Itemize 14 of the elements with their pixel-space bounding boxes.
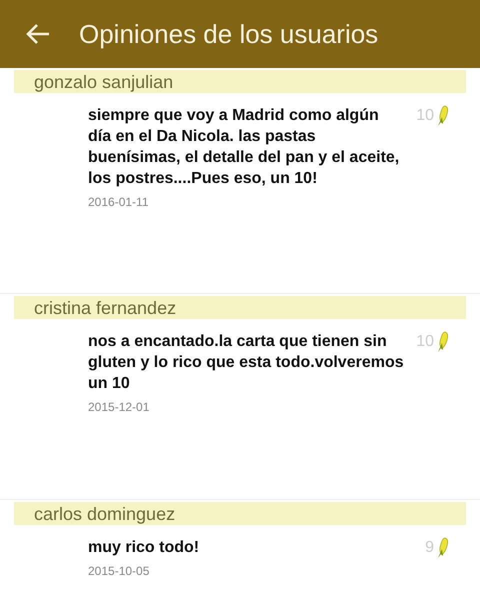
user-name: cristina fernandez [34,298,176,316]
review-date: 2016-01-11 [88,194,150,211]
review-text: nos a encantado.la carta que tienen sin gluten y lo rico que esta todo.volveremos un 10 [88,332,405,394]
user-name: gonzalo sanjulian [34,72,174,90]
review-date: 2015-10-05 [88,563,150,580]
corn-icon [436,537,450,559]
review-text: muy rico todo! [88,538,200,558]
review-date: 2015-12-01 [88,399,150,416]
corn-icon [436,105,450,127]
user-name: carlos dominguez [34,504,176,522]
back-arrow-icon [26,23,50,45]
review-text: siempre que voy a Madrid como algún día en el Da Nicola. las pastas buenísimas, el detalle del pan y el aceite, los postres....Pues eso, un 10! [88,106,400,189]
screen-title: Opiniones de los usuarios [79,18,378,50]
corn-icon [436,331,450,353]
